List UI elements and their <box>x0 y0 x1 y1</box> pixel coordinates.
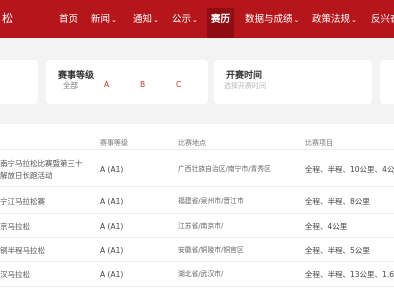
race-location: 福建省/泉州市/晋江市 <box>178 197 244 205</box>
race-level: A (A1) <box>100 246 124 255</box>
nav-news-label: 新闻 <box>91 14 111 25</box>
filter-time-label: 开赛时间 <box>226 71 263 81</box>
row-divider <box>0 286 394 287</box>
nav-policy-label: 政策法规 <box>312 14 351 25</box>
nav-data-results-label: 数据与成绩 <box>245 14 293 25</box>
column-header-location: 比赛地点 <box>178 139 206 147</box>
race-events: 全程、半程、8公里 <box>305 197 370 206</box>
nav-home[interactable]: 首页 <box>59 14 78 26</box>
column-header-level: 赛事等级 <box>100 139 128 147</box>
race-name[interactable]: 京马拉松 <box>0 221 30 232</box>
nav-notice-label: 通知 <box>133 14 153 25</box>
nav-data-results[interactable]: 数据与成绩⌄ <box>245 14 299 26</box>
race-name[interactable]: 宁江马拉松赛 <box>0 196 45 207</box>
race-events: 全程、半程、10公里、4公里 <box>305 165 394 174</box>
race-name[interactable]: 南宁马拉松比赛暨第三十 <box>0 158 83 169</box>
nav-calendar-label: 赛历 <box>211 14 231 25</box>
race-events: 全程、4公里 <box>305 222 348 231</box>
nav-policy[interactable]: 政策法规⌄ <box>312 14 357 26</box>
nav-anti-doping-label: 反兴奋 <box>371 14 394 25</box>
nav-notice[interactable]: 通知⌄ <box>133 14 159 26</box>
column-header-events: 比赛项目 <box>305 139 333 147</box>
nav-calendar[interactable]: 赛历 <box>207 8 235 38</box>
nav-anti-doping[interactable]: 反兴奋 <box>371 14 394 26</box>
chevron-down-icon: ⌄ <box>192 16 198 24</box>
race-level: A (A1) <box>100 270 124 279</box>
filter-level-all[interactable]: 全部 <box>63 80 78 91</box>
row-divider <box>0 186 394 187</box>
row-divider <box>0 261 394 262</box>
filter-time-input[interactable]: 选择开赛时间 <box>224 81 266 91</box>
race-location: 广西壮族自治区/南宁市/青秀区 <box>178 165 271 173</box>
race-level: A (A1) <box>100 165 124 174</box>
race-level: A (A1) <box>100 222 124 231</box>
race-location: 安徽省/铜陵市/铜官区 <box>178 246 244 254</box>
chevron-down-icon: ⌄ <box>111 16 117 24</box>
row-divider <box>0 237 394 238</box>
nav-announcement-label: 公示 <box>172 14 192 25</box>
race-name[interactable]: 铜半程马拉松 <box>0 245 45 256</box>
chevron-down-icon: ⌄ <box>293 16 300 24</box>
filter-level-c[interactable]: C <box>176 80 181 89</box>
chevron-down-icon: ⌄ <box>153 16 159 24</box>
race-events: 全程、半程、13公里、1.6公里 <box>305 270 394 279</box>
filter-card-previous <box>0 60 38 104</box>
filter-level-a[interactable]: A <box>104 80 109 89</box>
filter-card-next <box>380 60 394 104</box>
chevron-down-icon: ⌄ <box>351 16 357 24</box>
nav-announcement[interactable]: 公示⌄ <box>172 14 198 26</box>
race-name[interactable]: 汉马拉松 <box>0 269 30 280</box>
race-location: 湖北省/武汉市/ <box>178 270 224 278</box>
race-location: 江苏省/南京市/ <box>178 222 224 230</box>
race-name-line2[interactable]: 解放日长跑活动 <box>0 170 53 181</box>
row-divider <box>0 213 394 214</box>
race-level: A (A1) <box>100 197 124 206</box>
nav-home-label: 首页 <box>59 14 79 25</box>
race-events: 全程、半程、5公里 <box>305 246 370 255</box>
header-divider <box>0 149 394 150</box>
site-logo-text: 松 <box>2 12 13 25</box>
filter-level-b[interactable]: B <box>140 80 145 89</box>
nav-news[interactable]: 新闻⌄ <box>91 14 117 26</box>
